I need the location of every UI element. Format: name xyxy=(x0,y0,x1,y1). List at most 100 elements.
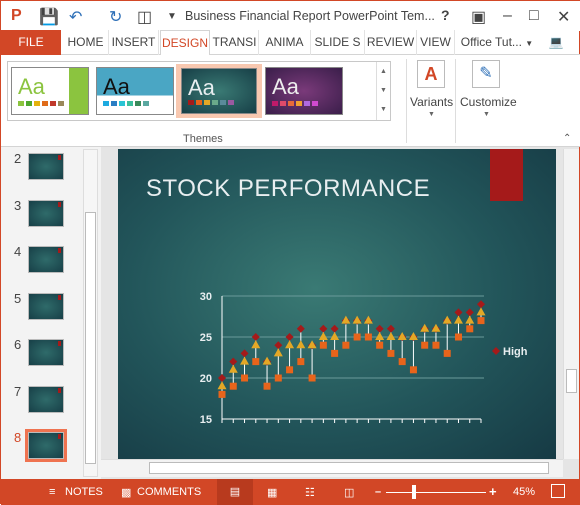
high-marker xyxy=(330,324,339,333)
comments-icon[interactable]: ▩ xyxy=(121,486,131,499)
comments-button[interactable]: COMMENTS xyxy=(137,486,201,498)
low-marker xyxy=(319,341,327,349)
low-marker xyxy=(297,358,305,366)
normal-view-icon[interactable]: ▤ xyxy=(217,479,253,505)
customize-button[interactable]: Customize xyxy=(460,95,517,109)
tab-transitions[interactable]: TRANSI xyxy=(211,30,259,55)
stock-chart[interactable]: 15 20 25 30 High xyxy=(118,149,556,459)
close-marker xyxy=(420,323,430,332)
slide-thumbnail[interactable] xyxy=(28,339,64,366)
close-marker xyxy=(273,348,283,357)
high-marker xyxy=(240,349,249,358)
user-avatar-icon[interactable]: 💻 xyxy=(541,30,571,55)
high-marker xyxy=(465,308,474,317)
close-marker xyxy=(307,340,317,349)
low-marker xyxy=(387,349,395,357)
customize-qat-icon[interactable]: ▼ xyxy=(167,11,177,22)
close-marker xyxy=(262,356,272,365)
collapse-ribbon-icon[interactable]: ⌃ xyxy=(563,133,571,144)
close-marker xyxy=(217,381,227,390)
close-marker xyxy=(375,332,385,340)
theme-purple[interactable]: Aa xyxy=(265,67,343,115)
tab-file[interactable]: FILE xyxy=(1,30,61,55)
save-icon[interactable]: 💾 xyxy=(39,7,59,27)
low-marker xyxy=(286,366,294,374)
low-marker xyxy=(263,382,271,390)
zoom-level[interactable]: 45% xyxy=(513,486,535,498)
tab-design[interactable]: DESIGN xyxy=(160,30,210,56)
high-marker xyxy=(375,324,384,333)
variants-button[interactable]: Variants xyxy=(410,95,453,109)
undo-icon[interactable]: ↶ xyxy=(69,7,82,27)
user-name: Office Tut... xyxy=(460,35,522,49)
slide-thumbnail[interactable] xyxy=(28,385,64,413)
low-marker xyxy=(308,374,316,382)
y-tick-label: 30 xyxy=(200,291,212,303)
ribbon-display-icon[interactable]: ▣ xyxy=(471,7,486,27)
close-marker xyxy=(228,364,238,373)
theme-facet[interactable]: Aa xyxy=(11,67,89,115)
high-marker xyxy=(218,374,226,382)
low-marker xyxy=(432,341,440,349)
slide-thumbnail[interactable] xyxy=(25,429,67,462)
close-marker xyxy=(318,332,328,340)
close-marker xyxy=(341,315,351,324)
slide-thumbnail[interactable] xyxy=(28,153,64,180)
low-marker xyxy=(229,382,237,390)
tab-home[interactable]: HOME xyxy=(63,30,109,55)
notes-button[interactable]: NOTES xyxy=(65,486,103,498)
window-title: Business Financial Report PowerPoint Tem… xyxy=(185,9,435,23)
y-tick-label: 25 xyxy=(200,332,212,344)
fit-to-window-icon[interactable] xyxy=(551,484,565,498)
high-marker xyxy=(319,324,328,333)
close-marker xyxy=(476,307,486,316)
close-icon[interactable]: ✕ xyxy=(557,7,570,27)
close-marker xyxy=(330,332,340,340)
close-marker xyxy=(431,323,441,332)
zoom-slider-handle[interactable] xyxy=(412,485,416,499)
tab-animations[interactable]: ANIMA xyxy=(259,30,311,55)
low-marker xyxy=(274,374,282,382)
low-marker xyxy=(409,366,417,374)
gallery-scroll[interactable]: ▲ ▼ ▼ xyxy=(376,62,390,120)
slide-thumbnail[interactable] xyxy=(28,199,64,227)
high-marker xyxy=(386,324,395,333)
tab-review[interactable]: REVIEW xyxy=(365,30,417,55)
theme-current[interactable]: Aa xyxy=(181,68,257,114)
thumbnail-scrollbar[interactable] xyxy=(83,149,98,477)
slide-vertical-scrollbar[interactable] xyxy=(563,149,579,459)
redo-icon[interactable]: ↻ xyxy=(109,7,122,27)
zoom-slider[interactable] xyxy=(386,492,486,493)
high-marker xyxy=(274,341,283,350)
help-button[interactable]: ? xyxy=(441,7,450,23)
maximize-icon[interactable]: □ xyxy=(529,7,539,25)
low-marker xyxy=(477,317,485,325)
zoom-in-button[interactable]: + xyxy=(489,484,497,499)
slide-horizontal-scrollbar[interactable] xyxy=(101,459,563,477)
user-account[interactable]: Office Tut... ▼ xyxy=(457,30,537,55)
low-marker xyxy=(398,358,406,366)
slide-canvas[interactable]: STOCK PERFORMANCE 15 20 25 30 High xyxy=(118,149,556,459)
presentation-icon[interactable]: ◫ xyxy=(137,7,152,27)
tab-view[interactable]: VIEW xyxy=(417,30,455,55)
y-tick-label: 20 xyxy=(200,373,212,385)
customize-icon[interactable]: ✎ xyxy=(472,60,500,88)
slide-sorter-icon[interactable]: ▦ xyxy=(267,486,277,499)
slideshow-icon[interactable]: ◫ xyxy=(344,486,354,499)
scroll-thumb[interactable] xyxy=(85,212,96,464)
zoom-out-button[interactable]: – xyxy=(375,486,381,498)
theme-ion[interactable]: Aa xyxy=(96,67,174,115)
minimize-icon[interactable]: – xyxy=(503,7,512,25)
notes-icon[interactable]: ≡ xyxy=(49,486,55,498)
reading-view-icon[interactable]: ☷ xyxy=(305,486,315,499)
low-marker xyxy=(241,374,249,382)
slide-thumbnail[interactable] xyxy=(28,246,64,273)
slide-number: 3 xyxy=(14,197,22,213)
variants-icon[interactable]: A xyxy=(417,60,445,88)
slide-number: 6 xyxy=(14,337,22,352)
slide-thumbnail[interactable] xyxy=(28,292,64,320)
design-ribbon: Aa Aa Aa Aa ▲ ▼ ▼ Themes A Variants ▼ ✎ Cu… xyxy=(1,55,580,147)
close-marker xyxy=(285,340,295,349)
tab-slideshow[interactable]: SLIDE S xyxy=(311,30,365,55)
tab-insert[interactable]: INSERT xyxy=(109,30,159,55)
